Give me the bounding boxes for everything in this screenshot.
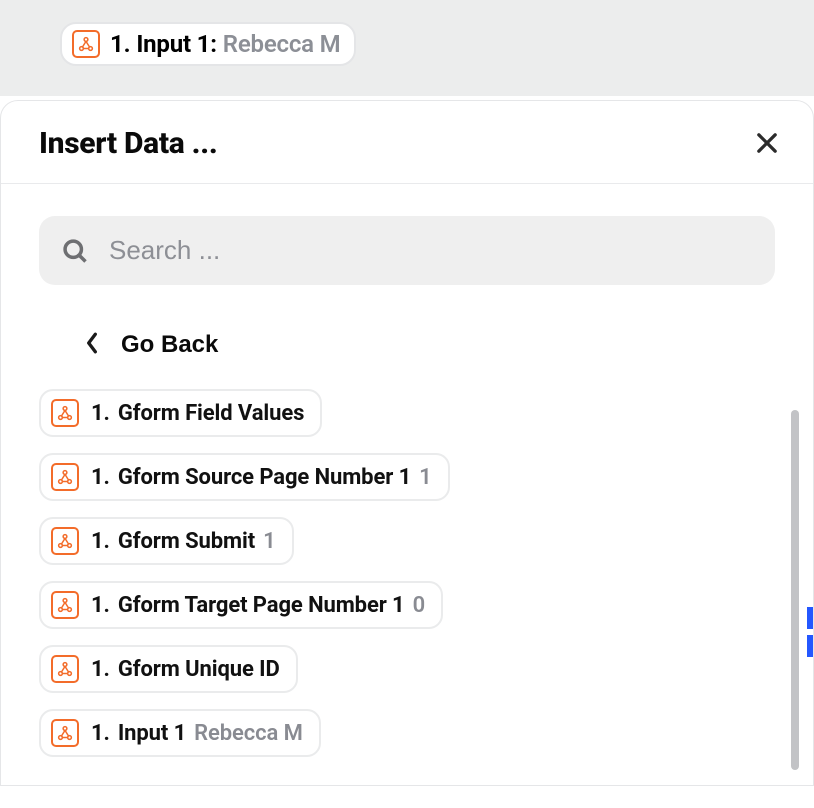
- scrollbar[interactable]: [791, 410, 799, 770]
- search-input[interactable]: [107, 234, 753, 267]
- field-item[interactable]: 1. Gform Submit 1: [39, 517, 294, 565]
- field-name: Input 1: [118, 721, 186, 746]
- field-prefix: 1.: [91, 593, 110, 618]
- search-wrap[interactable]: [39, 216, 775, 285]
- field-item[interactable]: 1. Gform Field Values: [39, 389, 322, 437]
- field-value: 1: [419, 465, 431, 490]
- chevron-left-icon: [85, 329, 99, 361]
- webhook-icon: [51, 399, 79, 427]
- field-name: Gform Submit: [118, 529, 255, 554]
- highlight-marker: [807, 635, 813, 657]
- field-prefix: 1.: [91, 721, 110, 746]
- field-prefix: 1.: [91, 529, 110, 554]
- field-prefix: 1.: [91, 465, 110, 490]
- field-item[interactable]: 1. Gform Unique ID: [39, 645, 298, 693]
- field-name: Gform Unique ID: [118, 657, 280, 682]
- webhook-icon: [51, 463, 79, 491]
- field-label: 1. Input 1 Rebecca M: [91, 721, 303, 746]
- pill-label: Input 1:: [136, 30, 216, 58]
- field-name: Gform Field Values: [118, 401, 305, 426]
- field-name: Gform Target Page Number 1: [118, 593, 405, 618]
- field-value: 0: [413, 593, 425, 618]
- field-label: 1. Gform Unique ID: [91, 657, 280, 682]
- field-item[interactable]: 1. Gform Source Page Number 1 1: [39, 453, 450, 501]
- highlight-marker: [807, 607, 813, 629]
- field-item[interactable]: 1. Gform Target Page Number 1 0: [39, 581, 443, 629]
- close-button[interactable]: [749, 125, 785, 161]
- field-name: Gform Source Page Number 1: [118, 465, 411, 490]
- field-item[interactable]: 1. Input 1 Rebecca M: [39, 709, 321, 757]
- field-prefix: 1.: [91, 401, 110, 426]
- selected-pill-text: 1. Input 1: Rebecca M: [110, 30, 340, 58]
- panel-title: Insert Data ...: [39, 126, 217, 161]
- field-value: Rebecca M: [194, 721, 303, 746]
- panel-header: Insert Data ...: [1, 101, 813, 184]
- panel-body: Go Back 1. Gform Field Values 1. Gform Sour…: [1, 184, 813, 785]
- pill-prefix: 1.: [110, 30, 130, 58]
- search-icon: [61, 236, 89, 266]
- field-label: 1. Gform Field Values: [91, 401, 304, 426]
- insert-data-panel: Insert Data ... Go Back 1. Gform Field Va…: [0, 100, 814, 786]
- webhook-icon: [72, 30, 100, 58]
- field-label: 1. Gform Target Page Number 1 0: [91, 593, 425, 618]
- webhook-icon: [51, 591, 79, 619]
- field-label: 1. Gform Source Page Number 1 1: [91, 465, 432, 490]
- go-back-label: Go Back: [121, 331, 218, 359]
- webhook-icon: [51, 655, 79, 683]
- webhook-icon: [51, 527, 79, 555]
- field-prefix: 1.: [91, 657, 110, 682]
- field-list: 1. Gform Field Values 1. Gform Source Page …: [39, 389, 775, 765]
- close-icon: [753, 129, 781, 157]
- field-value: 1: [263, 529, 275, 554]
- webhook-icon: [51, 719, 79, 747]
- pill-value: Rebecca M: [223, 30, 341, 58]
- selected-pill[interactable]: 1. Input 1: Rebecca M: [60, 22, 356, 66]
- field-label: 1. Gform Submit 1: [91, 529, 276, 554]
- go-back-button[interactable]: Go Back: [85, 329, 218, 361]
- top-bar: 1. Input 1: Rebecca M: [0, 0, 814, 96]
